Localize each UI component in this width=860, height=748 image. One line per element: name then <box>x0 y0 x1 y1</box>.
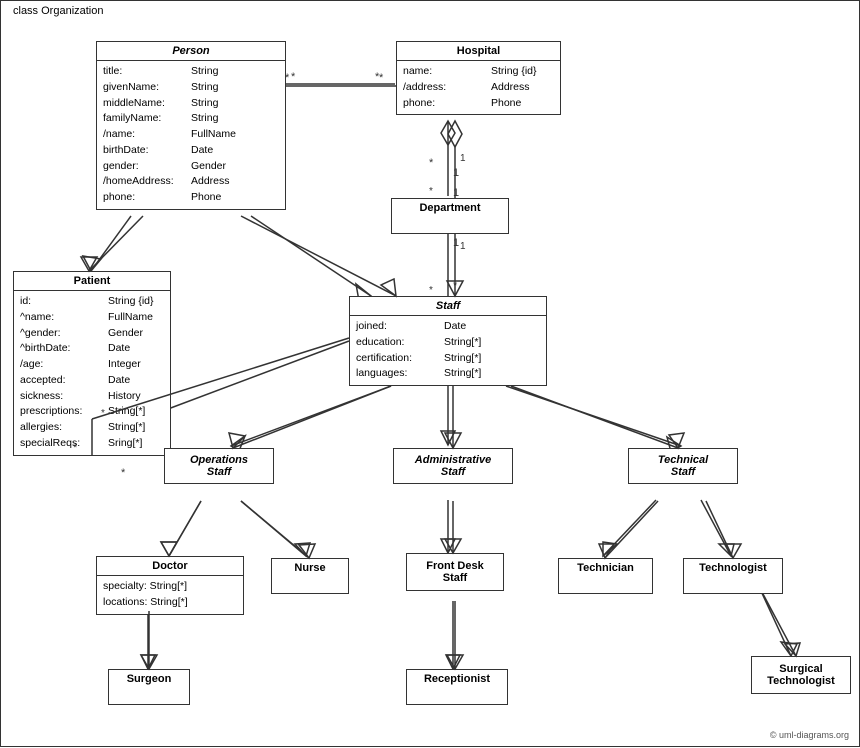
copyright: © uml-diagrams.org <box>770 730 849 740</box>
class-operations-staff-name: OperationsStaff <box>165 449 273 483</box>
svg-text:1: 1 <box>453 167 459 179</box>
class-technical-staff-name: TechnicalStaff <box>629 449 737 483</box>
class-person-name: Person <box>97 42 285 61</box>
diagram-title: class Organization <box>9 5 108 17</box>
class-administrative-staff-name: AdministrativeStaff <box>394 449 512 483</box>
svg-text:1: 1 <box>460 153 466 164</box>
class-patient-attrs: id:String {id} ^name:FullName ^gender:Ge… <box>14 291 170 455</box>
class-staff-attrs: joined:Date education:String[*] certific… <box>350 316 546 385</box>
class-technician: Technician <box>558 558 653 594</box>
class-hospital-attrs: name:String {id} /address:Address phone:… <box>397 61 560 114</box>
svg-text:*: * <box>429 285 433 296</box>
svg-text:*: * <box>375 71 380 83</box>
svg-text:1: 1 <box>453 237 459 249</box>
class-staff-name: Staff <box>350 297 546 316</box>
class-patient: Patient id:String {id} ^name:FullName ^g… <box>13 271 171 456</box>
class-front-desk-staff: Front DeskStaff <box>406 553 504 591</box>
class-surgeon: Surgeon <box>108 669 190 705</box>
svg-text:1: 1 <box>460 241 466 252</box>
svg-text:*: * <box>121 467 126 479</box>
class-doctor-name: Doctor <box>97 557 243 576</box>
svg-text:*: * <box>429 186 433 197</box>
class-receptionist-name: Receptionist <box>407 670 507 688</box>
svg-text:*: * <box>453 280 458 292</box>
class-technologist-name: Technologist <box>684 559 782 577</box>
class-front-desk-staff-name: Front DeskStaff <box>407 554 503 590</box>
class-nurse-name: Nurse <box>272 559 348 577</box>
class-receptionist: Receptionist <box>406 669 508 705</box>
class-department: Department <box>391 198 509 234</box>
class-doctor-attrs: specialty: String[*] locations: String[*… <box>97 576 243 614</box>
class-doctor: Doctor specialty: String[*] locations: S… <box>96 556 244 615</box>
class-staff: Staff joined:Date education:String[*] ce… <box>349 296 547 386</box>
class-technician-name: Technician <box>559 559 652 577</box>
class-department-name: Department <box>392 199 508 217</box>
uml-diagram: class Organization * * 1 1 * 1 * * * <box>0 0 860 747</box>
svg-text:*: * <box>291 71 296 83</box>
class-patient-name: Patient <box>14 272 170 291</box>
class-technologist: Technologist <box>683 558 783 594</box>
class-administrative-staff: AdministrativeStaff <box>393 448 513 484</box>
class-person: Person title:String givenName:String mid… <box>96 41 286 210</box>
class-operations-staff: OperationsStaff <box>164 448 274 484</box>
class-surgeon-name: Surgeon <box>109 670 189 688</box>
svg-text:*: * <box>429 157 434 169</box>
class-technical-staff: TechnicalStaff <box>628 448 738 484</box>
class-hospital-name: Hospital <box>397 42 560 61</box>
svg-text:*: * <box>379 72 384 84</box>
class-surgical-technologist-name: SurgicalTechnologist <box>752 657 850 693</box>
class-nurse: Nurse <box>271 558 349 594</box>
class-person-attrs: title:String givenName:String middleName… <box>97 61 285 209</box>
class-hospital: Hospital name:String {id} /address:Addre… <box>396 41 561 115</box>
class-surgical-technologist: SurgicalTechnologist <box>751 656 851 694</box>
